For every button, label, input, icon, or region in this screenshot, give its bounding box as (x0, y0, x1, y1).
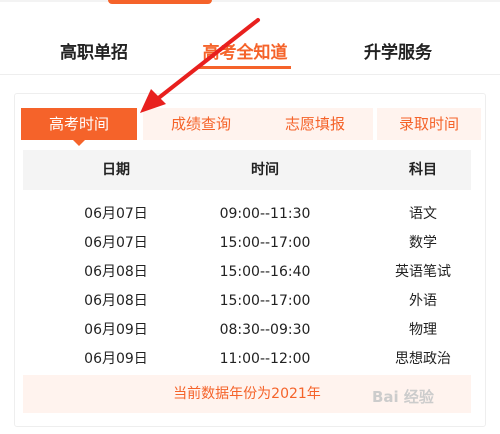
tab-admission-services[interactable]: 升学服务 (360, 38, 436, 68)
cell-subject: 物理 (409, 322, 437, 338)
cell-date: 06月08日 (84, 264, 148, 280)
cell-subject: 数学 (409, 235, 437, 251)
cell-subject: 外语 (409, 293, 437, 309)
cell-time: 15:00--17:00 (219, 293, 311, 309)
table-row: 06月09日 11:00--12:00 思想政治 (23, 345, 471, 374)
subtab-label: 录取时间 (398, 115, 459, 133)
active-tab-underline (199, 66, 291, 69)
table-row: 06月08日 15:00--17:00 外语 (23, 287, 471, 316)
header-subject: 科目 (409, 162, 437, 178)
table-row: 06月07日 15:00--17:00 数学 (23, 229, 471, 258)
subtab-exam-time[interactable]: 高考时间 (21, 108, 137, 146)
subtab-label: 高考时间 (48, 115, 109, 133)
cell-time: 15:00--17:00 (219, 235, 311, 251)
gaokao-panel: 高考时间 成绩查询 志愿填报 录取时间 日期 时间 科目 06月07日 09:0… (14, 93, 486, 427)
header-time: 时间 (251, 162, 279, 178)
main-tab-bar: 高职单招 高考全知道 升学服务 (0, 0, 500, 75)
cell-date: 06月07日 (84, 235, 148, 251)
subtab-label: 成绩查询 (170, 115, 231, 133)
schedule-table-body: 06月07日 09:00--11:30 语文 06月07日 15:00--17:… (23, 200, 471, 374)
cell-time: 11:00--12:00 (219, 351, 311, 367)
table-row: 06月08日 15:00--16:40 英语笔试 (23, 258, 471, 287)
baidu-watermark: Bai 经验 (372, 388, 434, 406)
subtab-application[interactable]: 志愿填报 (257, 108, 373, 140)
tab-gaokao-guide[interactable]: 高考全知道 (199, 38, 291, 69)
tab-label: 升学服务 (364, 43, 432, 63)
cell-subject: 语文 (409, 206, 437, 222)
cell-date: 06月09日 (84, 322, 148, 338)
subtab-label: 志愿填报 (284, 115, 345, 133)
schedule-table-header: 日期 时间 科目 (23, 150, 471, 190)
tab-label: 高考全知道 (202, 43, 288, 63)
active-subtab-notch (73, 140, 85, 146)
cell-subject: 英语笔试 (395, 264, 451, 280)
cell-time: 15:00--16:40 (219, 264, 311, 280)
subtab-admission-time[interactable]: 录取时间 (377, 108, 481, 140)
cell-date: 06月07日 (84, 206, 148, 222)
cell-time: 08:30--09:30 (219, 322, 311, 338)
cell-time: 09:00--11:30 (219, 206, 311, 222)
cell-subject: 思想政治 (395, 351, 451, 367)
cell-date: 06月09日 (84, 351, 148, 367)
table-row: 06月07日 09:00--11:30 语文 (23, 200, 471, 229)
tab-vocational-admission[interactable]: 高职单招 (56, 38, 132, 68)
table-row: 06月09日 08:30--09:30 物理 (23, 316, 471, 345)
subtab-score-query[interactable]: 成绩查询 (143, 108, 259, 140)
cell-date: 06月08日 (84, 293, 148, 309)
tab-label: 高职单招 (60, 43, 128, 63)
header-date: 日期 (102, 162, 130, 178)
